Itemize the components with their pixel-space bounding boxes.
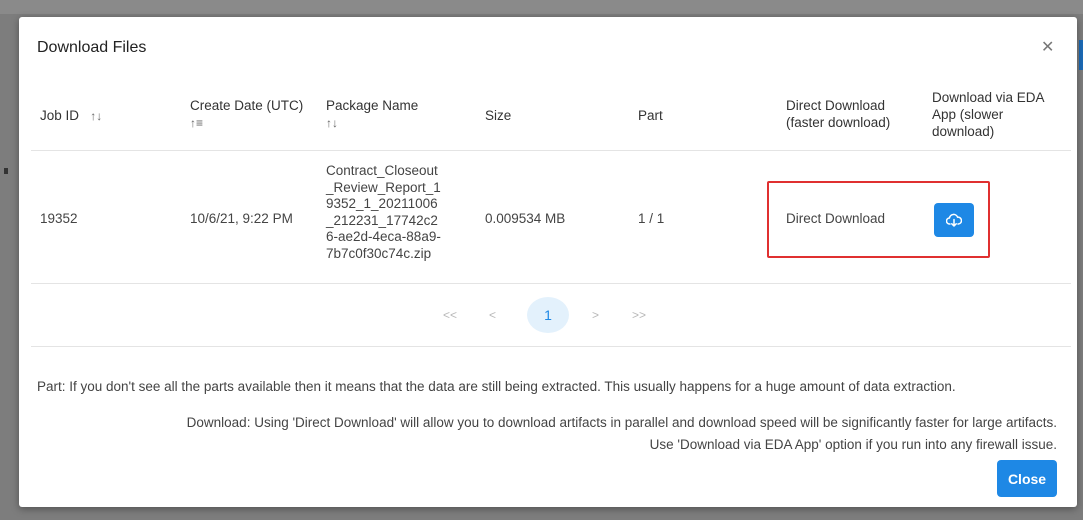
first-page-button[interactable]: << <box>443 308 457 322</box>
download-note-line2: Use 'Download via EDA App' option if you… <box>649 437 1057 452</box>
eda-download-button[interactable] <box>934 203 974 237</box>
close-button[interactable]: Close <box>997 460 1057 497</box>
column-part: Part <box>638 108 663 123</box>
sort-icon[interactable]: ↑↓ <box>90 108 102 125</box>
column-eda-download-line2: App (slower <box>932 107 1004 122</box>
column-eda-download: Download via EDA App (slower download) <box>932 89 1045 140</box>
cell-size: 0.009534 MB <box>485 211 566 226</box>
column-direct-download: Direct Download (faster download) <box>786 97 890 131</box>
column-create-date-label: Create Date (UTC) <box>190 98 304 113</box>
column-eda-download-line3: download) <box>932 124 995 139</box>
sort-icon[interactable]: ↑≡ <box>190 115 203 132</box>
column-direct-download-line2: (faster download) <box>786 115 891 130</box>
column-package-name[interactable]: Package Name ↑↓ <box>326 97 418 132</box>
close-icon[interactable]: ✕ <box>1041 39 1054 57</box>
next-page-button[interactable]: > <box>592 308 599 322</box>
column-eda-download-line1: Download via EDA <box>932 90 1045 105</box>
cell-create-date: 10/6/21, 9:22 PM <box>190 211 293 226</box>
cloud-download-icon <box>946 213 962 227</box>
column-create-date[interactable]: Create Date (UTC) ↑≡ <box>190 97 303 132</box>
part-note: Part: If you don't see all the parts ava… <box>37 379 956 394</box>
backdrop-mark <box>4 168 8 174</box>
dialog-title: Download Files <box>37 39 147 56</box>
pagination: << < 1 > >> <box>31 285 1071 347</box>
column-package-name-label: Package Name <box>326 98 419 113</box>
cell-package-name: Contract_Closeout_Review_Report_19352_1_… <box>326 163 441 261</box>
table-header: Job ID ↑↓ Create Date (UTC) ↑≡ Package N… <box>31 77 1071 151</box>
page-button-current[interactable]: 1 <box>527 297 569 333</box>
column-job-id[interactable]: Job ID ↑↓ <box>40 107 102 125</box>
backdrop-top <box>0 0 1083 14</box>
column-job-id-label: Job ID <box>40 108 80 123</box>
last-page-button[interactable]: >> <box>632 308 646 322</box>
download-note-line1: Download: Using 'Direct Download' will a… <box>186 415 1057 430</box>
cell-job-id: 19352 <box>40 211 78 226</box>
column-size: Size <box>485 108 512 123</box>
download-files-dialog: Download Files ✕ Job ID ↑↓ Create Date (… <box>19 17 1077 507</box>
prev-page-button[interactable]: < <box>489 308 496 322</box>
column-direct-download-line1: Direct Download <box>786 98 886 113</box>
sort-icon[interactable]: ↑↓ <box>326 115 338 132</box>
backdrop-accent <box>1079 40 1083 70</box>
cell-part: 1 / 1 <box>638 211 665 226</box>
